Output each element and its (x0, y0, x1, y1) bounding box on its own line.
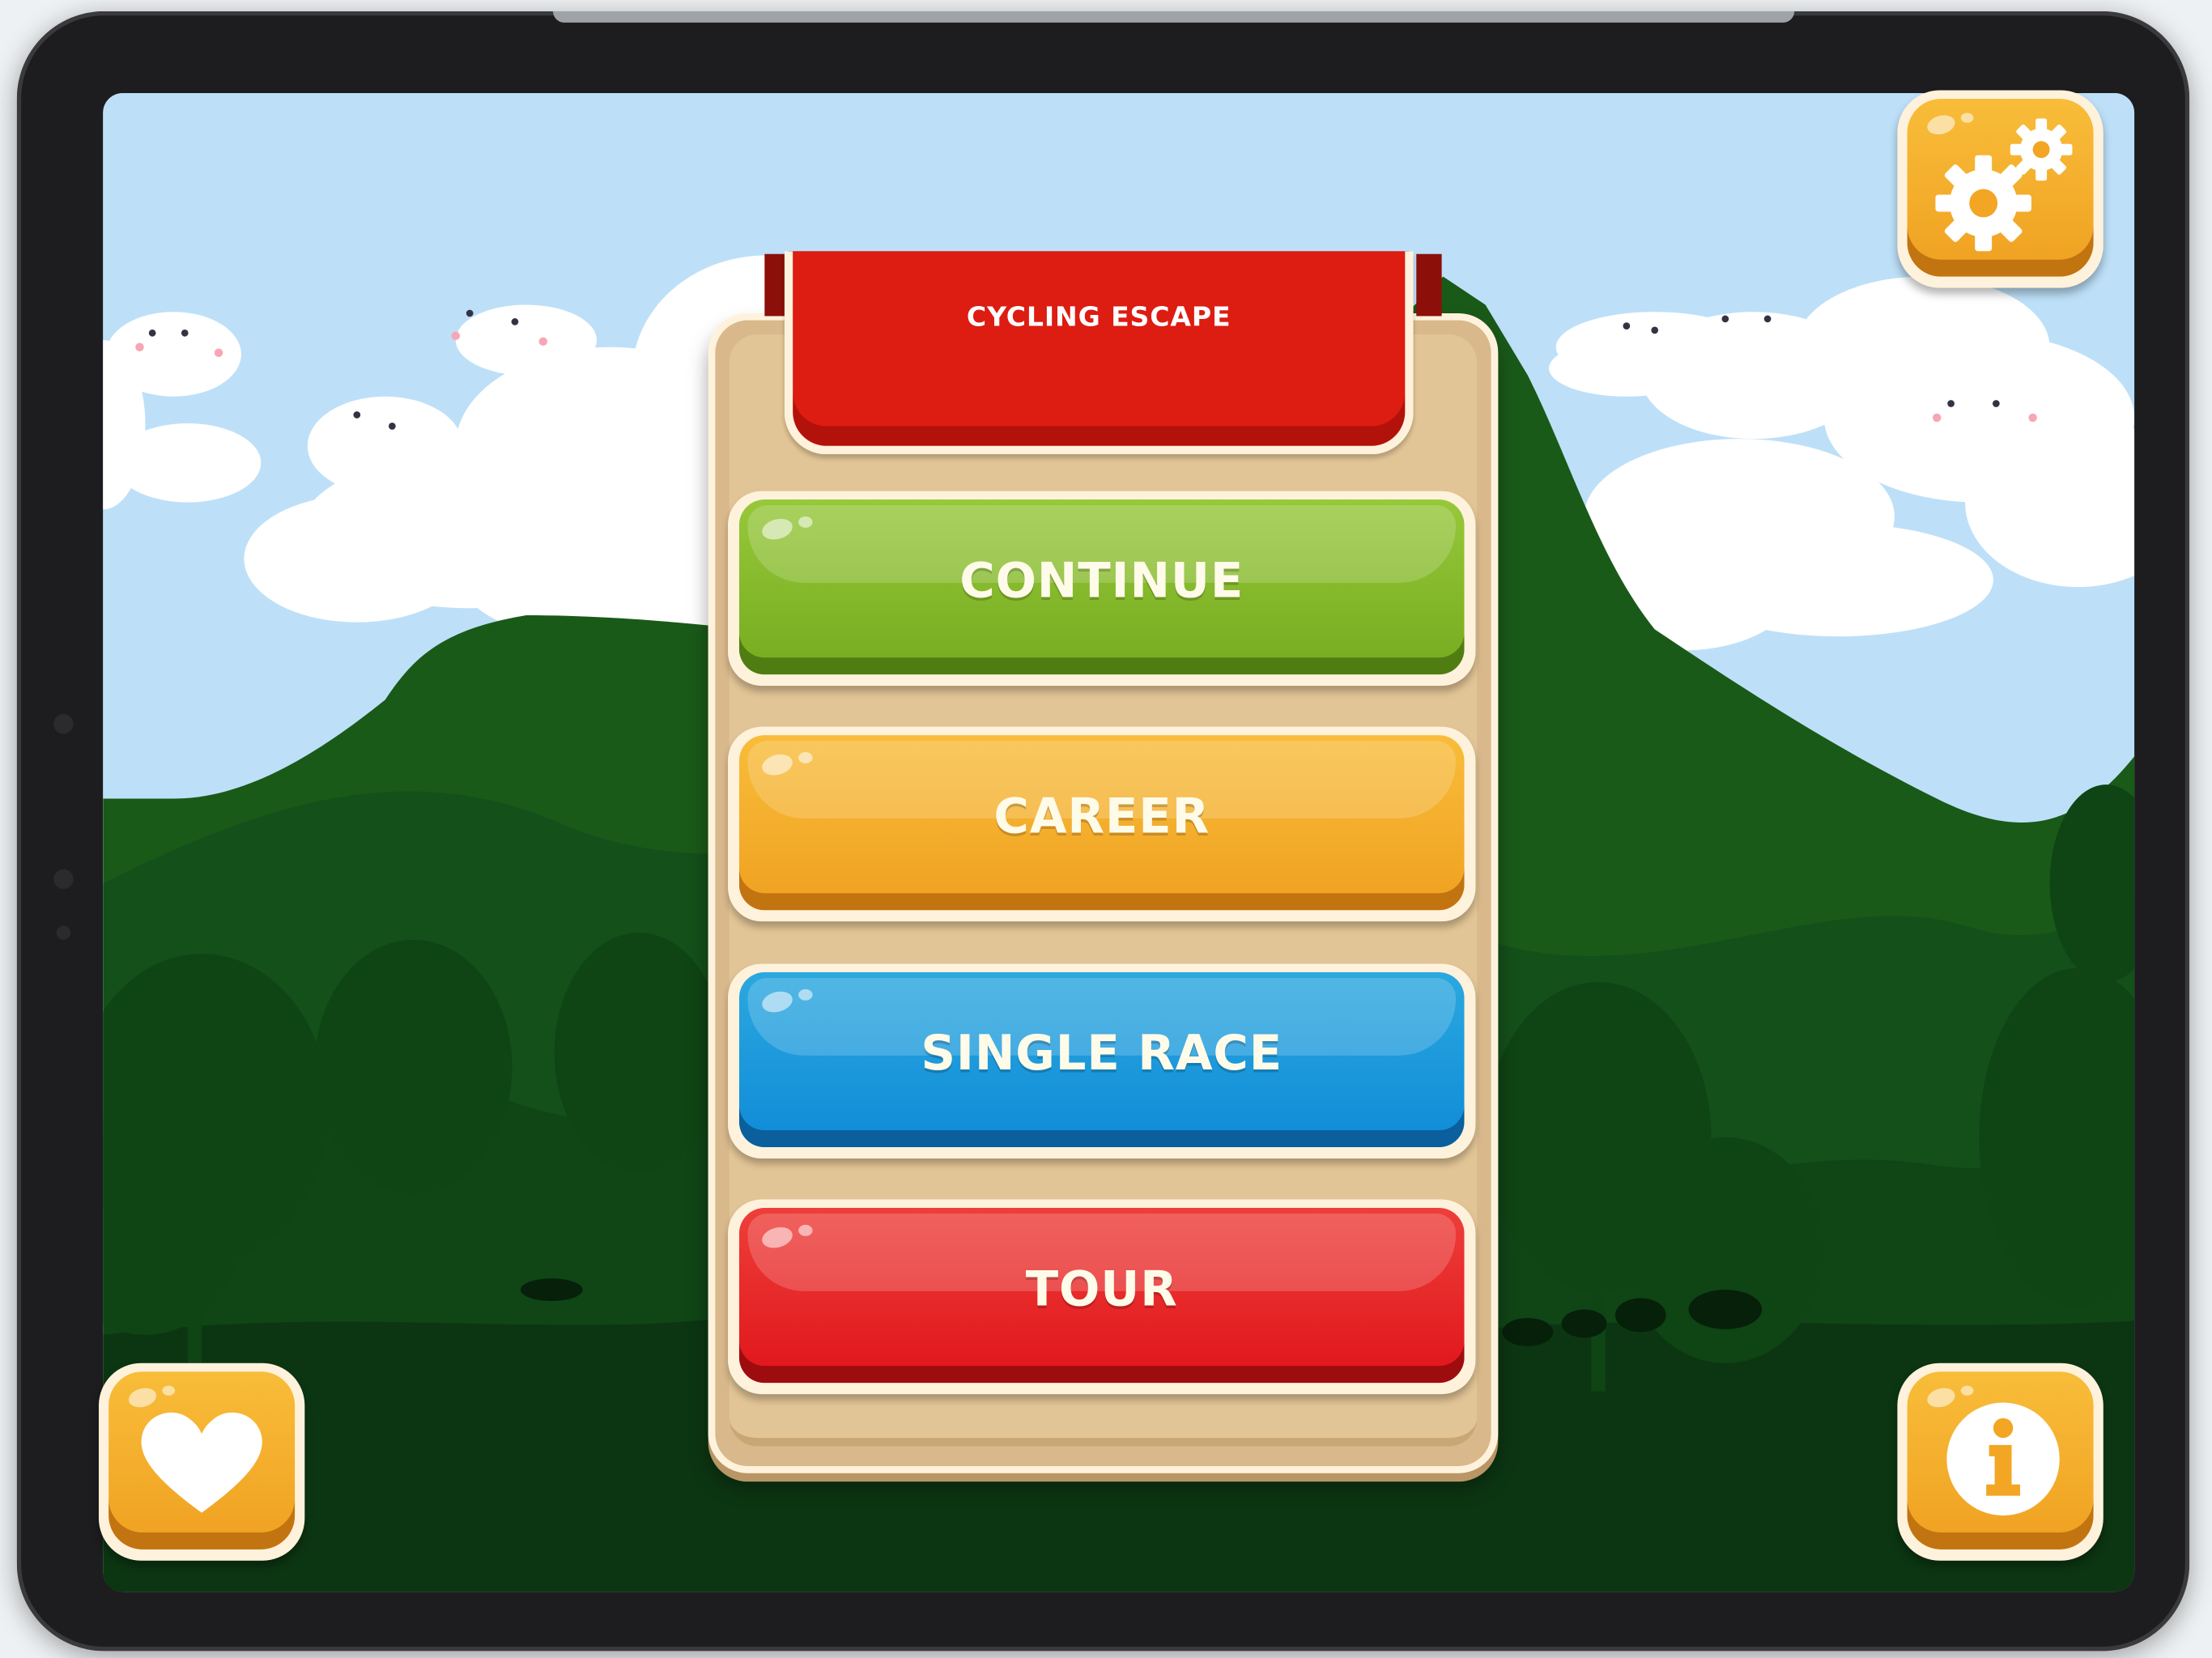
banner-fold-right (1416, 253, 1442, 317)
favorite-button-face (108, 1371, 296, 1550)
device-top-edge (552, 11, 1795, 23)
gears-icon (1935, 118, 2073, 252)
game-title: CYCLING ESCAPE (966, 302, 1231, 334)
button-shine (798, 752, 813, 763)
tour-button-label: TOUR (1025, 1261, 1178, 1318)
info-button-face (1907, 1371, 2094, 1550)
side-button (53, 713, 74, 734)
settings-button-face (1907, 99, 2094, 277)
tour-button-face: TOUR (738, 1208, 1465, 1384)
heart-icon (141, 1412, 262, 1513)
favorite-button[interactable] (98, 1363, 305, 1561)
info-button[interactable] (1897, 1363, 2104, 1561)
button-shine (798, 1224, 813, 1236)
single-race-button[interactable]: SINGLE RACE (728, 963, 1476, 1159)
tour-button[interactable]: TOUR (728, 1199, 1476, 1395)
career-button-face: CAREER (738, 735, 1465, 911)
side-button (53, 869, 74, 890)
continue-button-face: CONTINUE (738, 500, 1465, 675)
info-icon (1946, 1402, 2060, 1516)
career-button-label: CAREER (993, 789, 1210, 846)
career-button[interactable]: CAREER (728, 726, 1476, 922)
continue-button[interactable]: CONTINUE (728, 491, 1476, 687)
button-shine (798, 988, 813, 1001)
continue-button-label: CONTINUE (959, 553, 1244, 610)
single-race-button-label: SINGLE RACE (921, 1026, 1283, 1082)
app-frame: CYCLING ESCAPE CONTINUE CAREER SINGLE RA… (0, 0, 2212, 1658)
side-button (56, 925, 71, 940)
button-shine (798, 516, 813, 528)
settings-button[interactable] (1897, 90, 2104, 288)
single-race-button-face: SINGLE RACE (738, 971, 1465, 1148)
title-banner: CYCLING ESCAPE (784, 251, 1414, 455)
